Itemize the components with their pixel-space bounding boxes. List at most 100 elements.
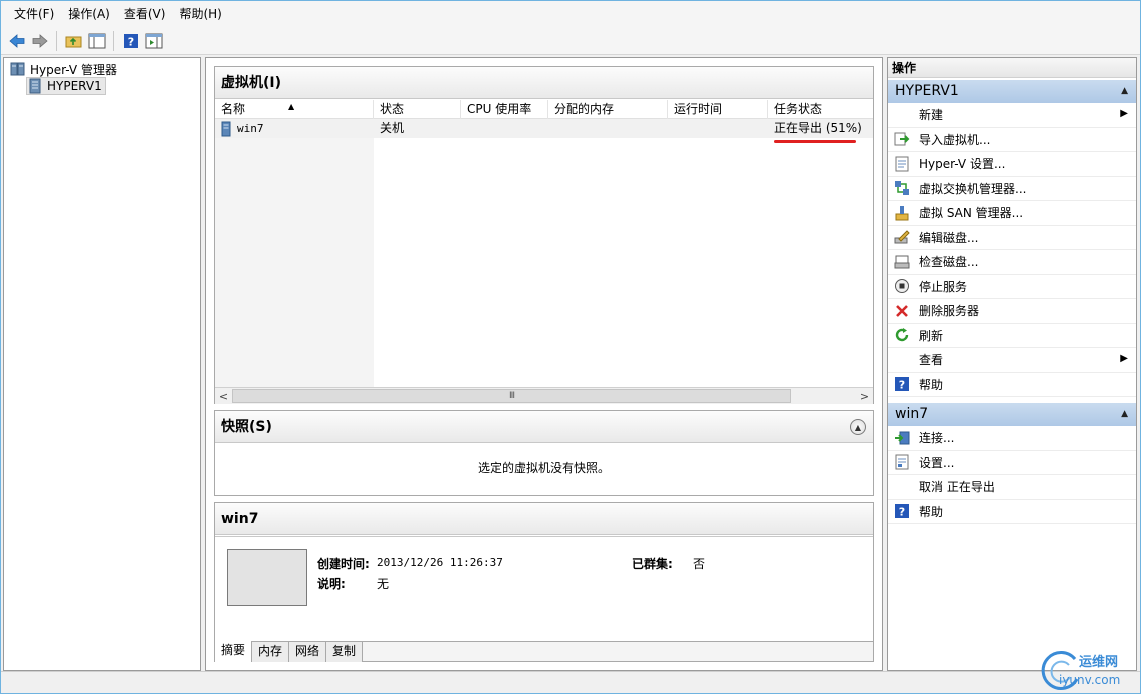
tree-item-label: Hyper-V 管理器 [30,62,117,77]
watermark-text-en: iyunv.com [1059,673,1121,687]
collapse-button[interactable]: ▲ [850,419,866,435]
menu-help[interactable]: 帮助(H) [172,3,228,25]
action-item[interactable]: 导入虚拟机... [888,128,1136,152]
back-button[interactable] [5,29,28,52]
action-item[interactable]: 删除服务器 [888,299,1136,324]
console-tree-icon [88,33,105,48]
vm-icon [221,121,231,136]
watermark-text-cn: 运维网 [1079,655,1119,670]
tab-summary[interactable]: 摘要 [215,641,253,662]
action-item[interactable]: 新建 ▶ [888,103,1136,128]
virtual-switch-icon [891,179,913,197]
san-manager-icon [891,204,913,222]
import-vm-icon [891,130,913,148]
svg-text:?: ? [899,379,905,392]
name-column-background [215,138,374,388]
table-row[interactable]: win7 关机 正在导出 (51%) [215,119,873,138]
actions-section-win7[interactable]: win7 ▲ [888,403,1136,426]
connect-icon [891,429,913,447]
menu-view[interactable]: 查看(V) [117,3,173,25]
blank-icon-slot [891,106,913,124]
collapse-triangle-icon: ▲ [1121,86,1128,96]
panel-title: win7 [215,503,873,535]
tree-item-hyperv-manager[interactable]: Hyper-V 管理器 [10,60,117,78]
column-header-state[interactable]: 状态 [374,100,461,119]
toolbar: ? [1,27,1140,55]
column-header-task-status[interactable]: 任务状态 [768,100,873,119]
action-item-label: 导入虚拟机... [919,132,991,147]
action-item-label: 查看 [919,353,944,368]
cell-state: 关机 [380,121,405,135]
horizontal-scrollbar[interactable]: < III > [215,387,873,404]
tab-networking[interactable]: 网络 [289,642,327,662]
settings-icon [891,155,913,173]
panel-title: 快照(S) [215,411,873,443]
action-item[interactable]: 连接... [888,426,1136,451]
submenu-arrow-icon: ▶ [1120,353,1128,364]
vm-grid-header: 名称 ▲ 状态 CPU 使用率 分配的内存 运行时间 任务状态 [215,100,873,119]
show-console-tree-button[interactable] [85,29,108,52]
forward-arrow-icon [32,33,48,48]
action-item[interactable]: 设置... [888,451,1136,475]
action-item[interactable]: 刷新 [888,324,1136,348]
svg-text:?: ? [127,35,133,48]
column-header-memory[interactable]: 分配的内存 [548,100,668,119]
column-header-cpu[interactable]: CPU 使用率 [461,100,548,119]
action-item[interactable]: 取消 正在导出 [888,475,1136,500]
action-item[interactable]: ? 帮助 [888,373,1136,397]
action-item[interactable]: ? 帮助 [888,500,1136,524]
toolbar-separator [113,30,114,51]
action-item-label: 删除服务器 [919,304,980,319]
status-bar [1,671,1140,693]
tree-item-hyperv1[interactable]: HYPERV1 [26,77,106,95]
tree-item-label: HYPERV1 [47,79,102,93]
actions-section-hyperv1[interactable]: HYPERV1 ▲ [888,80,1136,103]
action-item-label: 停止服务 [919,279,968,294]
action-item-label: 编辑磁盘... [919,230,979,245]
blank-icon-slot [891,478,913,496]
edit-disk-icon [891,228,913,246]
stop-service-icon [891,277,913,295]
center-pane: 虚拟机(I) 名称 ▲ 状态 CPU 使用率 分配的内存 运行时间 任务状态 w… [205,57,883,671]
forward-button[interactable] [28,29,51,52]
notes-value: 无 [377,577,390,591]
menu-file[interactable]: 文件(F) [7,3,61,25]
menu-bar: 文件(F) 操作(A) 查看(V) 帮助(H) [1,1,1140,27]
panel-title: 虚拟机(I) [215,67,873,99]
scroll-track[interactable]: III [232,388,856,404]
action-item[interactable]: 虚拟 SAN 管理器... [888,201,1136,226]
help-icon: ? [123,33,138,48]
help-button[interactable]: ? [119,29,142,52]
action-item-label: 取消 正在导出 [919,480,995,495]
action-item[interactable]: 查看 ▶ [888,348,1136,373]
chevron-right-icon: > [859,389,870,403]
action-item[interactable]: 检查磁盘... [888,250,1136,275]
created-label: 创建时间: [317,557,370,571]
cell-cpu [461,119,548,138]
blank-icon-slot [891,351,913,369]
action-item[interactable]: 虚拟交换机管理器... [888,177,1136,201]
action-item[interactable]: 停止服务 [888,275,1136,299]
column-header-name[interactable]: 名称 ▲ [215,100,374,119]
tab-memory[interactable]: 内存 [252,642,290,662]
action-item-label: 帮助 [919,377,944,392]
scroll-left-button[interactable]: < [215,388,232,404]
column-header-uptime[interactable]: 运行时间 [668,100,768,119]
help-icon: ? [891,502,913,520]
action-item[interactable]: Hyper-V 设置... [888,152,1136,177]
show-action-pane-button[interactable] [142,29,165,52]
created-value: 2013/12/26 11:26:37 [377,556,503,569]
scroll-right-button[interactable]: > [856,388,873,404]
menu-action[interactable]: 操作(A) [61,3,117,25]
chevron-left-icon: < [218,389,229,403]
column-label: 名称 [221,102,246,116]
cell-uptime [668,119,768,138]
up-one-level-button[interactable] [62,29,85,52]
action-item[interactable]: 编辑磁盘... [888,226,1136,250]
remove-server-icon [891,302,913,320]
scroll-thumb[interactable]: III [232,389,791,403]
tab-replication[interactable]: 复制 [326,642,364,662]
action-item-label: 新建 [919,108,944,123]
cell-memory [548,119,668,138]
vm-settings-icon [891,453,913,471]
